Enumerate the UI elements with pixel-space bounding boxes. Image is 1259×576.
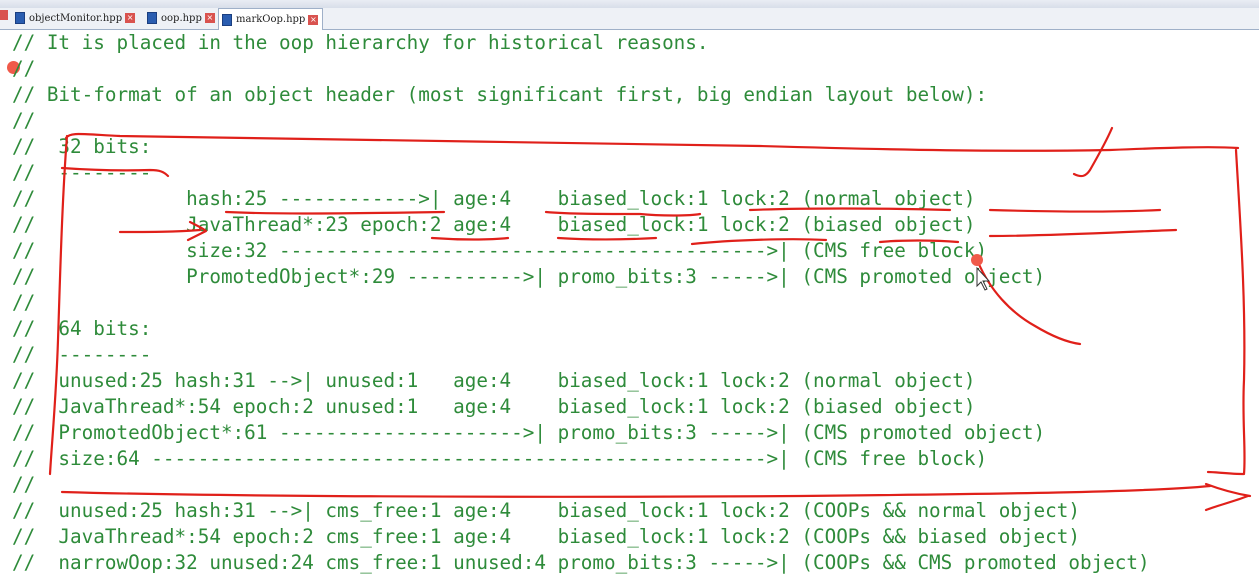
annotation-box-right: [1206, 148, 1246, 476]
code-line[interactable]: // PromotedObject*:29 ---------->| promo…: [12, 264, 1150, 290]
code-line[interactable]: // --------: [12, 342, 1150, 368]
tab-label: markOop.hpp: [236, 14, 306, 25]
code-line[interactable]: // size:32 -----------------------------…: [12, 238, 1150, 264]
code-line[interactable]: // 32 bits:: [12, 134, 1150, 160]
code-line[interactable]: // 64 bits:: [12, 316, 1150, 342]
code-line[interactable]: // size:64 -----------------------------…: [12, 446, 1150, 472]
code-line[interactable]: // unused:25 hash:31 -->| cms_free:1 age…: [12, 498, 1150, 524]
code-line[interactable]: // It is placed in the oop hierarchy for…: [12, 30, 1150, 56]
code-editor[interactable]: // It is placed in the oop hierarchy for…: [12, 30, 1150, 576]
tab-label: objectMonitor.hpp: [29, 12, 123, 24]
tab-objectmonitor[interactable]: objectMonitor.hpp ×: [12, 9, 139, 27]
close-icon[interactable]: ×: [125, 13, 136, 23]
tab-label: oop.hpp: [161, 12, 202, 24]
code-line[interactable]: //: [12, 472, 1150, 498]
code-line[interactable]: // unused:25 hash:31 -->| unused:1 age:4…: [12, 368, 1150, 394]
code-line[interactable]: // JavaThread*:54 epoch:2 cms_free:1 age…: [12, 524, 1150, 550]
code-line[interactable]: // PromotedObject*:61 ------------------…: [12, 420, 1150, 446]
code-line[interactable]: // hash:25 ------------>| age:4 biased_l…: [12, 186, 1150, 212]
code-line[interactable]: // JavaThread*:54 epoch:2 unused:1 age:4…: [12, 394, 1150, 420]
code-line[interactable]: //: [12, 108, 1150, 134]
file-icon: [15, 12, 25, 24]
code-line[interactable]: // JavaThread*:23 epoch:2 age:4 biased_l…: [12, 212, 1150, 238]
tab-markoop[interactable]: markOop.hpp ×: [218, 8, 324, 30]
close-icon[interactable]: ×: [308, 14, 319, 25]
code-line[interactable]: // narrowOop:32 unused:24 cms_free:1 unu…: [12, 550, 1150, 576]
code-line[interactable]: //: [12, 290, 1150, 316]
code-line[interactable]: //: [12, 56, 1150, 82]
editor-tab-bar: objectMonitor.hpp × oop.hpp × markOop.hp…: [0, 8, 1259, 30]
annotation-arrowhead: [1204, 482, 1252, 512]
code-line[interactable]: // --------: [12, 160, 1150, 186]
tab-oop[interactable]: oop.hpp ×: [144, 9, 219, 27]
file-icon: [222, 13, 232, 26]
close-icon[interactable]: ×: [204, 13, 215, 23]
close-icon[interactable]: [0, 10, 8, 20]
file-icon: [147, 12, 157, 24]
code-line[interactable]: // Bit-format of an object header (most …: [12, 82, 1150, 108]
